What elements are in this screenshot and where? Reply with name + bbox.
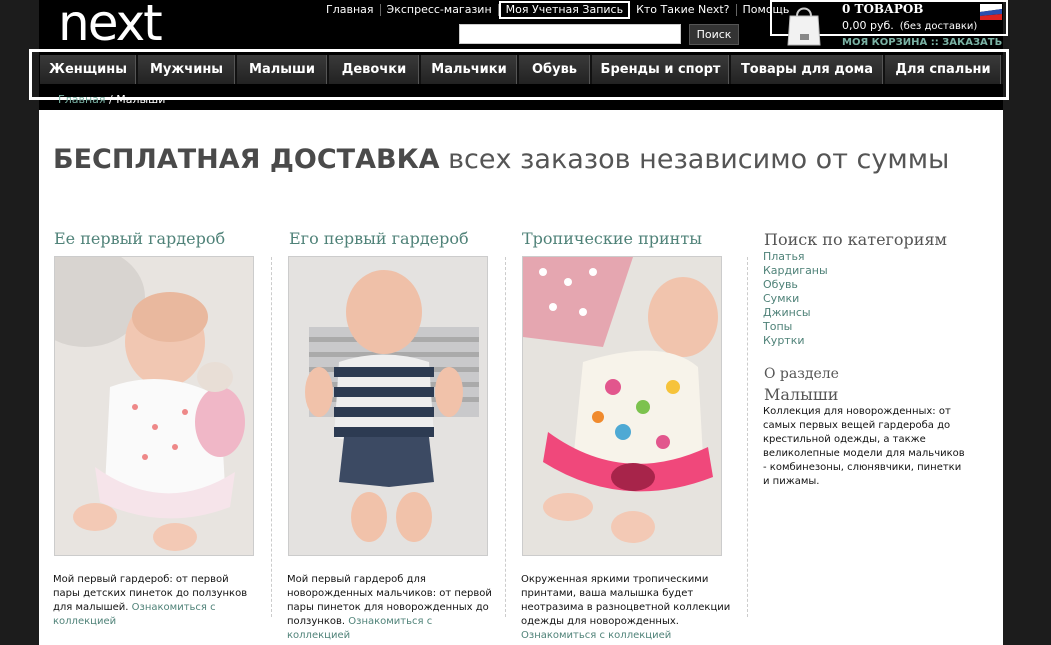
about-section-text: Коллекция для новорожденных: от самых пе… — [763, 406, 965, 487]
column-divider — [505, 257, 506, 617]
top-link-express[interactable]: Экспресс-магазин — [381, 4, 499, 16]
main-content: БЕСПЛАТНАЯ ДОСТАВКА всех заказов независ… — [39, 110, 1003, 645]
next-logo[interactable]: next — [58, 0, 163, 52]
nav-item-home[interactable]: Товары для дома — [731, 55, 885, 84]
collection-link-tropical[interactable]: Ознакомиться с коллекцией — [521, 630, 671, 641]
photo-baby-girl[interactable] — [54, 256, 254, 556]
nav-item-girls[interactable]: Девочки — [329, 55, 421, 84]
basket-count: 0 ТОВАРОВ — [842, 2, 924, 16]
russia-flag-icon[interactable] — [980, 4, 1002, 20]
top-link-account[interactable]: Моя Учетная Запись — [498, 1, 631, 19]
category-link-tops[interactable]: Топы — [763, 320, 828, 334]
nav-item-bedroom[interactable]: Для спальни — [885, 55, 1003, 84]
category-link-shoes[interactable]: Обувь — [763, 278, 828, 292]
category-list: Платья Кардиганы Обувь Сумки Джинсы Топы… — [763, 250, 828, 348]
column-desc-tropical: Окруженная яркими тропическими принтами,… — [521, 574, 731, 641]
photo-baby-tropical[interactable] — [522, 256, 722, 556]
nav-item-brands-sport[interactable]: Бренды и спорт — [592, 55, 731, 84]
top-link-home[interactable]: Главная — [320, 4, 381, 16]
category-link-jackets[interactable]: Куртки — [763, 334, 828, 348]
about-section-prefix: О разделе — [764, 366, 839, 382]
breadcrumb-current: Малыши — [116, 93, 166, 106]
top-links: Главная Экспресс-магазин Моя Учетная Зап… — [320, 1, 795, 19]
basket-checkout-link[interactable]: МОЯ КОРЗИНА :: ЗАКАЗАТЬ — [842, 37, 1002, 48]
nav-item-shoes[interactable]: Обувь — [519, 55, 592, 84]
search-input[interactable] — [459, 24, 681, 44]
photo-baby-boy[interactable] — [288, 256, 488, 556]
breadcrumb-home[interactable]: Главная — [58, 93, 106, 106]
main-nav: Женщины Мужчины Малыши Девочки Мальчики … — [40, 55, 1003, 84]
category-search-title: Поиск по категориям — [764, 230, 947, 249]
column-title-tropical[interactable]: Тропические принты — [522, 229, 702, 248]
basket-price: 0,00 руб. (без доставки) — [842, 19, 978, 32]
breadcrumb-separator: / — [109, 93, 113, 106]
nav-item-babies[interactable]: Малыши — [237, 55, 329, 84]
category-link-dresses[interactable]: Платья — [763, 250, 828, 264]
nav-item-boys[interactable]: Мальчики — [421, 55, 519, 84]
column-divider — [747, 257, 748, 617]
top-link-about[interactable]: Кто Такие Next? — [630, 4, 737, 16]
nav-item-women[interactable]: Женщины — [40, 55, 138, 84]
shopping-bag-icon — [787, 7, 821, 46]
category-link-jeans[interactable]: Джинсы — [763, 306, 828, 320]
breadcrumb: Главная / Малыши — [58, 93, 165, 106]
category-link-cardigans[interactable]: Кардиганы — [763, 264, 828, 278]
column-desc-his: Мой первый гардероб для новорожденных ма… — [287, 574, 492, 641]
search-button[interactable]: Поиск — [689, 24, 739, 45]
free-delivery-banner[interactable]: БЕСПЛАТНАЯ ДОСТАВКА всех заказов независ… — [53, 144, 949, 175]
column-divider — [271, 257, 272, 617]
about-section-title: Малыши — [764, 385, 839, 404]
nav-item-men[interactable]: Мужчины — [138, 55, 237, 84]
column-title-his-wardrobe[interactable]: Его первый гардероб — [289, 229, 469, 248]
column-desc-her: Мой первый гардероб: от первой пары детс… — [53, 574, 248, 627]
column-title-her-wardrobe[interactable]: Ее первый гардероб — [54, 229, 225, 248]
category-link-bags[interactable]: Сумки — [763, 292, 828, 306]
